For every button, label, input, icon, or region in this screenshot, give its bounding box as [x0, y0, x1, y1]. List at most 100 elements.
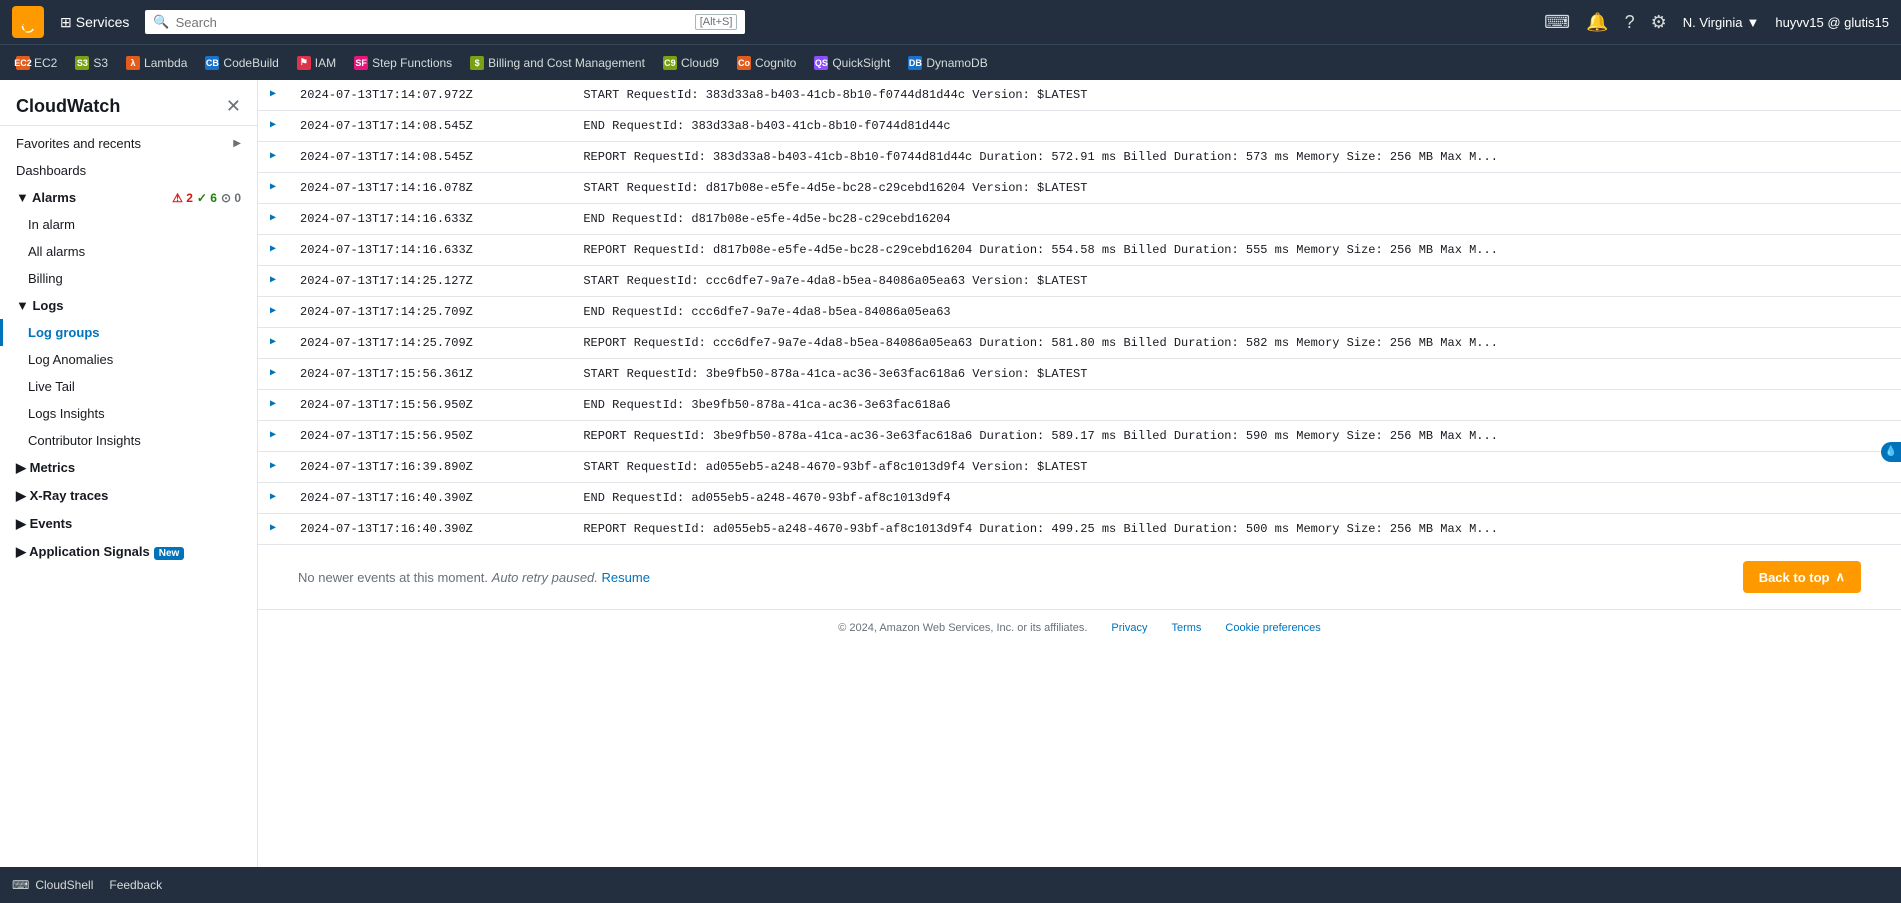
cloudshell-button[interactable]: ⌨ CloudShell: [12, 878, 93, 892]
back-to-top-button[interactable]: Back to top ∧: [1743, 561, 1861, 593]
region-selector[interactable]: N. Virginia ▼: [1683, 15, 1760, 30]
tab-cognito-label: Cognito: [755, 56, 796, 70]
sidebar-title: CloudWatch: [16, 96, 120, 117]
expand-row-button[interactable]: ▶: [258, 111, 288, 142]
feedback-link[interactable]: Feedback: [109, 878, 162, 892]
sidebar-item-dashboards-label: Dashboards: [16, 163, 86, 178]
tab-lambda[interactable]: λ Lambda: [118, 52, 195, 74]
services-button[interactable]: ⊞ Services: [52, 10, 137, 35]
sidebar-section-logs[interactable]: ▼ Logs: [0, 292, 257, 319]
sidebar-item-billing-label: Billing: [28, 271, 63, 286]
alarm-count-badge: ⚠ 2: [172, 191, 193, 205]
expand-row-button[interactable]: ▶: [258, 142, 288, 173]
expand-row-button[interactable]: ▶: [258, 266, 288, 297]
log-message: END RequestId: ccc6dfe7-9a7e-4da8-b5ea-8…: [571, 297, 1901, 328]
log-timestamp: 2024-07-13T17:15:56.361Z: [288, 359, 571, 390]
expand-row-button[interactable]: ▶: [258, 328, 288, 359]
table-row: ▶ 2024-07-13T17:14:25.127Z START Request…: [258, 266, 1901, 297]
sidebar-close-button[interactable]: ✕: [226, 96, 241, 117]
expand-row-button[interactable]: ▶: [258, 390, 288, 421]
help-icon[interactable]: ?: [1625, 12, 1635, 33]
footer-copyright: © 2024, Amazon Web Services, Inc. or its…: [838, 622, 1087, 634]
tab-quicksight[interactable]: QS QuickSight: [806, 52, 898, 74]
logs-label: ▼ Logs: [16, 298, 64, 313]
codebuild-icon: CB: [205, 56, 219, 70]
tab-dynamodb[interactable]: DB DynamoDB: [900, 52, 995, 74]
table-row: ▶ 2024-07-13T17:14:25.709Z REPORT Reques…: [258, 328, 1901, 359]
expand-row-button[interactable]: ▶: [258, 80, 288, 111]
log-message: START RequestId: d817b08e-e5fe-4d5e-bc28…: [571, 173, 1901, 204]
sidebar-item-all-alarms[interactable]: All alarms: [0, 238, 257, 265]
sidebar-section-alarms[interactable]: ▼ Alarms ⚠ 2 ✓ 6 ⊙ 0: [0, 184, 257, 211]
footer-cookie-link[interactable]: Cookie preferences: [1225, 622, 1320, 634]
xray-label: ▶ X-Ray traces: [16, 488, 108, 504]
expand-row-button[interactable]: ▶: [258, 235, 288, 266]
sidebar-header: CloudWatch ✕: [0, 80, 257, 126]
sidebar-item-live-tail[interactable]: Live Tail: [0, 373, 257, 400]
sidebar-section-metrics[interactable]: ▶ Metrics: [0, 454, 257, 482]
settings-icon[interactable]: ⚙: [1651, 12, 1667, 33]
top-nav: aws ⊞ Services 🔍 [Alt+S] ⌨ 🔔 ? ⚙ N. Virg…: [0, 0, 1901, 44]
tab-cognito[interactable]: Co Cognito: [729, 52, 804, 74]
sidebar-item-favorites[interactable]: Favorites and recents ▶: [0, 130, 257, 157]
search-input[interactable]: [176, 15, 689, 30]
sidebar-item-billing[interactable]: Billing: [0, 265, 257, 292]
footer-privacy-link[interactable]: Privacy: [1111, 622, 1147, 634]
log-message: START RequestId: ad055eb5-a248-4670-93bf…: [571, 452, 1901, 483]
no-newer-events-text: No newer events at this moment.: [298, 570, 488, 585]
sidebar: CloudWatch ✕ Favorites and recents ▶ Das…: [0, 80, 258, 867]
expand-row-button[interactable]: ▶: [258, 452, 288, 483]
table-row: ▶ 2024-07-13T17:14:16.078Z START Request…: [258, 173, 1901, 204]
resume-link[interactable]: Resume: [602, 570, 650, 585]
tab-codebuild[interactable]: CB CodeBuild: [197, 52, 286, 74]
sidebar-section-xray[interactable]: ▶ X-Ray traces: [0, 482, 257, 510]
tab-iam[interactable]: ⚑ IAM: [289, 52, 344, 74]
sidebar-item-in-alarm[interactable]: In alarm: [0, 211, 257, 238]
chevron-up-icon: ∧: [1835, 569, 1845, 585]
stepfunctions-icon: SF: [354, 56, 368, 70]
bell-icon[interactable]: 🔔: [1586, 12, 1608, 33]
lambda-icon: λ: [126, 56, 140, 70]
log-table: ▶ 2024-07-13T17:14:07.972Z START Request…: [258, 80, 1901, 545]
table-row: ▶ 2024-07-13T17:16:40.390Z END RequestId…: [258, 483, 1901, 514]
log-timestamp: 2024-07-13T17:16:39.890Z: [288, 452, 571, 483]
expand-row-button[interactable]: ▶: [258, 421, 288, 452]
table-row: ▶ 2024-07-13T17:14:08.545Z REPORT Reques…: [258, 142, 1901, 173]
sidebar-item-contributor-insights[interactable]: Contributor Insights: [0, 427, 257, 454]
expand-row-button[interactable]: ▶: [258, 173, 288, 204]
tab-billing[interactable]: $ Billing and Cost Management: [462, 52, 653, 74]
terminal-icon[interactable]: ⌨: [1544, 12, 1570, 33]
events-label: ▶ Events: [16, 516, 72, 532]
log-timestamp: 2024-07-13T17:14:07.972Z: [288, 80, 571, 111]
sidebar-item-logs-insights[interactable]: Logs Insights: [0, 400, 257, 427]
footer-terms-link[interactable]: Terms: [1171, 622, 1201, 634]
tab-ec2-label: EC2: [34, 56, 57, 70]
sidebar-item-all-alarms-label: All alarms: [28, 244, 85, 259]
sidebar-item-dashboards[interactable]: Dashboards: [0, 157, 257, 184]
sidebar-item-log-groups[interactable]: Log groups: [0, 319, 257, 346]
expand-row-button[interactable]: ▶: [258, 359, 288, 390]
expand-row-button[interactable]: ▶: [258, 483, 288, 514]
tab-stepfunctions[interactable]: SF Step Functions: [346, 52, 460, 74]
sidebar-section-application-signals[interactable]: ▶ Application SignalsNew: [0, 538, 257, 566]
no-newer-events-message: No newer events at this moment. Auto ret…: [298, 570, 650, 585]
sidebar-section-events[interactable]: ▶ Events: [0, 510, 257, 538]
application-signals-label: ▶ Application SignalsNew: [16, 544, 184, 560]
expand-row-button[interactable]: ▶: [258, 204, 288, 235]
tab-iam-label: IAM: [315, 56, 336, 70]
tab-s3[interactable]: S3 S3: [67, 52, 116, 74]
log-message: END RequestId: 3be9fb50-878a-41ca-ac36-3…: [571, 390, 1901, 421]
sidebar-item-log-anomalies[interactable]: Log Anomalies: [0, 346, 257, 373]
expand-row-button[interactable]: ▶: [258, 514, 288, 545]
tab-dynamodb-label: DynamoDB: [926, 56, 987, 70]
sidebar-item-logs-insights-label: Logs Insights: [28, 406, 105, 421]
log-message: END RequestId: d817b08e-e5fe-4d5e-bc28-c…: [571, 204, 1901, 235]
search-bar[interactable]: 🔍 [Alt+S]: [145, 10, 745, 34]
s3-icon: S3: [75, 56, 89, 70]
tab-cloud9[interactable]: C9 Cloud9: [655, 52, 727, 74]
tab-ec2[interactable]: EC2 EC2: [8, 52, 65, 74]
expand-row-button[interactable]: ▶: [258, 297, 288, 328]
user-menu[interactable]: huyvv15 @ glutis15: [1775, 15, 1889, 30]
sidebar-item-contributor-insights-label: Contributor Insights: [28, 433, 141, 448]
back-to-top-label: Back to top: [1759, 570, 1830, 585]
